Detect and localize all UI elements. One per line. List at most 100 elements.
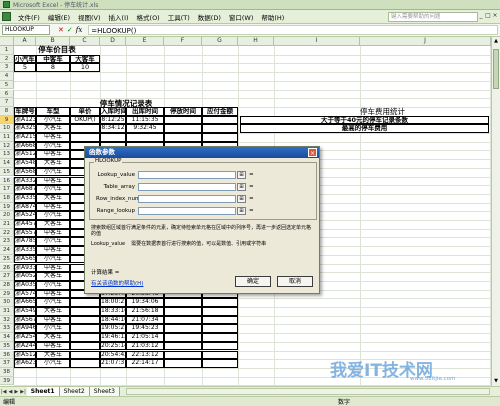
row-header-25[interactable]: 25 [0, 254, 14, 264]
row-header-27[interactable]: 27 [0, 272, 14, 281]
active-cell[interactable]: OKUP() [69, 114, 101, 126]
column-header-d[interactable]: D [100, 37, 126, 46]
vertical-scrollbar[interactable]: ▲ ▼ [491, 37, 500, 386]
first-sheet-icon[interactable]: |◀ [0, 389, 8, 395]
lookup-value-input[interactable] [138, 171, 236, 179]
record-cell[interactable]: 浙A66565 [14, 298, 36, 307]
record-cell[interactable]: 大客车 [36, 350, 70, 360]
menu-view[interactable]: 视图(V) [74, 12, 105, 22]
record-cell[interactable]: 浙A55711 [14, 228, 36, 238]
record-cell[interactable]: 中客车 [36, 202, 70, 212]
record-cell[interactable]: 小汽车 [36, 211, 70, 220]
row-header-12[interactable]: 12 [0, 141, 14, 151]
record-cell[interactable]: 小汽车 [36, 254, 70, 264]
record-cell[interactable] [202, 133, 238, 142]
tab-sheet2[interactable]: Sheet2 [59, 387, 90, 396]
record-cell[interactable]: 浙A54844 [14, 159, 36, 168]
price-header-cell[interactable]: 大客车 [70, 54, 100, 64]
record-header-cell[interactable]: 单价 [70, 106, 100, 116]
row-header-30[interactable]: 30 [0, 298, 14, 307]
record-cell[interactable]: 浙A54912 [14, 307, 36, 316]
record-cell[interactable]: 中客车 [36, 246, 70, 255]
record-cell[interactable]: 浙A25423 [14, 333, 36, 342]
function-help-link[interactable]: 有关该函数的帮助(H) [91, 279, 143, 287]
record-cell[interactable]: 21:07:34 [126, 315, 164, 325]
record-cell[interactable] [164, 350, 202, 360]
column-header-f[interactable]: F [164, 37, 202, 46]
record-cell[interactable] [70, 307, 100, 316]
record-cell[interactable]: 中客车 [36, 315, 70, 325]
record-cell[interactable]: 浙A03552 [14, 280, 36, 290]
record-cell[interactable] [164, 115, 202, 125]
record-cell[interactable] [202, 341, 238, 351]
record-cell[interactable]: 中客车 [36, 176, 70, 186]
record-cell[interactable]: 浙A33221 [14, 176, 36, 186]
record-cell[interactable] [164, 133, 202, 142]
row-header-19[interactable]: 19 [0, 202, 14, 212]
row-header-2[interactable]: 2 [0, 54, 14, 64]
record-cell[interactable]: 小汽车 [36, 280, 70, 290]
record-header-cell[interactable]: 车牌号 [14, 106, 36, 116]
column-header-e[interactable]: E [126, 37, 164, 46]
record-cell[interactable] [202, 350, 238, 360]
record-cell[interactable] [164, 359, 202, 368]
record-cell[interactable] [202, 315, 238, 325]
row-header-14[interactable]: 14 [0, 159, 14, 168]
record-cell[interactable] [70, 341, 100, 351]
help-question-input[interactable]: 键入需要帮助的问题 [388, 12, 478, 22]
ok-button[interactable]: 确定 [235, 276, 271, 287]
row-header-3[interactable]: 3 [0, 63, 14, 73]
select-all-corner[interactable] [0, 37, 14, 46]
row-header-24[interactable]: 24 [0, 246, 14, 255]
row-header-22[interactable]: 22 [0, 228, 14, 238]
collapse-dialog-icon[interactable]: ⊞ [237, 171, 246, 179]
minimize-icon[interactable]: _ [478, 12, 484, 20]
formula-input[interactable]: =HLOOKUP() [88, 25, 498, 35]
row-header-29[interactable]: 29 [0, 289, 14, 299]
row-header-18[interactable]: 18 [0, 193, 14, 203]
record-cell[interactable]: 19:05:21 [100, 324, 126, 334]
record-cell[interactable]: 19:45:23 [126, 324, 164, 334]
record-cell[interactable] [202, 359, 238, 368]
column-header-h[interactable]: H [238, 37, 274, 46]
record-cell[interactable]: 21:07:37 [100, 359, 126, 368]
range-lookup-input[interactable] [138, 207, 236, 215]
record-cell[interactable] [164, 324, 202, 334]
record-cell[interactable] [70, 359, 100, 368]
record-cell[interactable]: 9:32:45 [126, 124, 164, 133]
row-header-1[interactable]: 1 [0, 46, 14, 55]
menu-help[interactable]: 帮助(H) [257, 12, 288, 22]
record-cell[interactable]: 浙A45742 [14, 220, 36, 229]
record-header-cell[interactable]: 应付金额 [202, 106, 238, 116]
record-cell[interactable]: 浙A78546 [14, 237, 36, 247]
record-cell[interactable] [70, 333, 100, 342]
record-header-cell[interactable]: 出库时间 [126, 106, 164, 116]
record-cell[interactable]: 中客车 [36, 341, 70, 351]
record-cell[interactable] [164, 298, 202, 307]
table-array-input[interactable] [138, 183, 236, 191]
record-cell[interactable]: 浙A93355 [14, 263, 36, 273]
record-cell[interactable] [126, 133, 164, 142]
record-cell[interactable]: 浙A24422 [14, 341, 36, 351]
scroll-down-icon[interactable]: ▼ [492, 377, 500, 386]
record-cell[interactable]: 11:15:35 [126, 115, 164, 125]
row-header-39[interactable]: 39 [0, 376, 14, 386]
menu-tools[interactable]: 工具(T) [164, 12, 194, 22]
row-header-7[interactable]: 7 [0, 98, 14, 107]
record-cell[interactable]: 中客车 [36, 289, 70, 299]
cancel-button[interactable]: 取消 [277, 276, 313, 287]
column-header-i[interactable]: I [274, 37, 360, 46]
price-header-cell[interactable]: 中客车 [36, 54, 70, 64]
record-cell[interactable]: 22:14:17 [126, 359, 164, 368]
stats-count-label[interactable]: 大于等于40元的停车记录条数 [240, 115, 489, 125]
record-cell[interactable]: 小汽车 [36, 141, 70, 151]
row-header-32[interactable]: 32 [0, 315, 14, 325]
row-header-20[interactable]: 20 [0, 211, 14, 220]
record-cell[interactable]: 浙A56786 [14, 315, 36, 325]
record-cell[interactable]: 小汽车 [36, 237, 70, 247]
row-header-34[interactable]: 34 [0, 333, 14, 342]
record-cell[interactable]: 大客车 [36, 220, 70, 229]
row-header-23[interactable]: 23 [0, 237, 14, 247]
last-sheet-icon[interactable]: ▶| [19, 389, 27, 395]
record-cell[interactable]: 8:34:12 [100, 124, 126, 133]
